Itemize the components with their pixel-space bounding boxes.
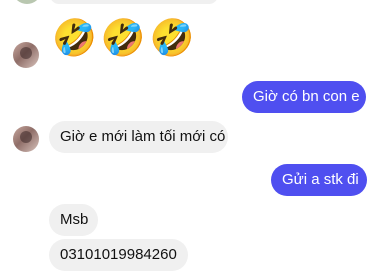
partial-avatar-top xyxy=(14,0,40,4)
incoming-message-bubble[interactable]: Msb xyxy=(49,204,98,236)
incoming-message-bubble[interactable]: 03101019984260 xyxy=(49,239,188,271)
outgoing-message-bubble[interactable]: Giờ có bn con e xyxy=(242,81,366,113)
outgoing-message-bubble[interactable]: Gửi a stk đi xyxy=(271,164,367,196)
emoji-message: 🤣🤣🤣 xyxy=(52,17,199,58)
partial-message-bubble-top xyxy=(50,0,218,4)
incoming-message-bubble[interactable]: Giờ e mới làm tối mới có xyxy=(49,121,228,153)
contact-avatar[interactable] xyxy=(13,42,39,68)
contact-avatar[interactable] xyxy=(13,126,39,152)
